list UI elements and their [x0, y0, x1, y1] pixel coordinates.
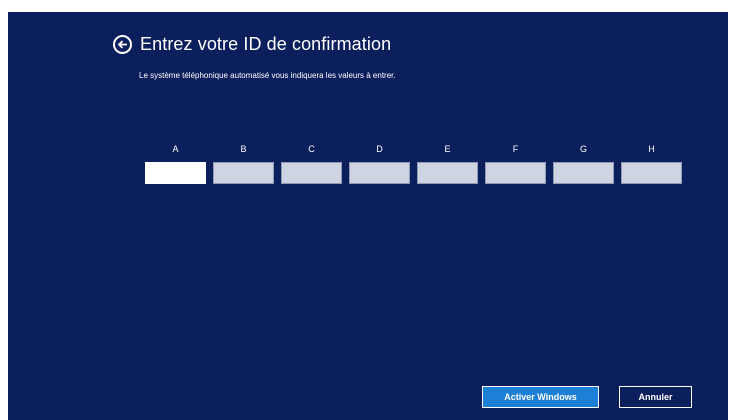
- field-label-b: B: [240, 144, 247, 154]
- confirmation-id-fields: A B C D E F G H: [145, 144, 682, 184]
- field-input-h[interactable]: [621, 162, 682, 184]
- field-group-e: E: [417, 144, 478, 184]
- field-group-c: C: [281, 144, 342, 184]
- field-label-a: A: [172, 144, 179, 154]
- field-group-a: A: [145, 144, 206, 184]
- field-label-c: C: [308, 144, 315, 154]
- field-input-f[interactable]: [485, 162, 546, 184]
- cancel-button[interactable]: Annuler: [619, 386, 692, 408]
- header: Entrez votre ID de confirmation: [113, 34, 391, 55]
- field-label-g: G: [579, 144, 587, 154]
- field-input-d[interactable]: [349, 162, 410, 184]
- activate-windows-button[interactable]: Activer Windows: [482, 386, 599, 408]
- field-label-h: H: [648, 144, 655, 154]
- field-label-f: F: [512, 144, 519, 154]
- field-label-d: D: [376, 144, 383, 154]
- field-group-d: D: [349, 144, 410, 184]
- field-input-e[interactable]: [417, 162, 478, 184]
- field-input-b[interactable]: [213, 162, 274, 184]
- field-group-g: G: [553, 144, 614, 184]
- field-group-b: B: [213, 144, 274, 184]
- field-input-g[interactable]: [553, 162, 614, 184]
- field-group-h: H: [621, 144, 682, 184]
- field-input-c[interactable]: [281, 162, 342, 184]
- field-label-e: E: [444, 144, 451, 154]
- field-group-f: F: [485, 144, 546, 184]
- instruction-text: Le système téléphonique automatisé vous …: [139, 71, 396, 80]
- back-arrow-circle-icon[interactable]: [113, 35, 132, 54]
- page-title: Entrez votre ID de confirmation: [140, 34, 392, 54]
- field-input-a[interactable]: [145, 162, 206, 184]
- activation-screen: Entrez votre ID de confirmation Le systè…: [8, 12, 728, 420]
